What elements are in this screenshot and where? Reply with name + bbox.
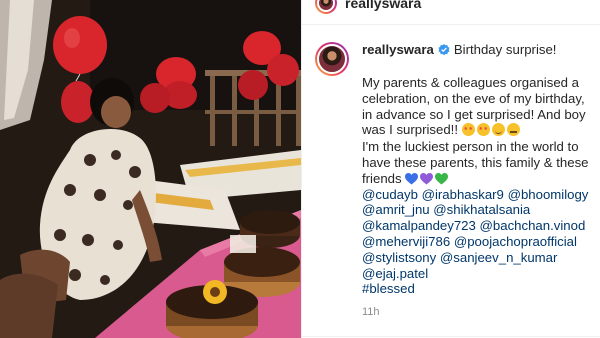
caption-mentions: @cudayb @irabhaskar9 @bhoomilogy @amrit_… [362, 187, 595, 298]
mention-row: @cudayb @irabhaskar9 @bhoomilogy [362, 187, 595, 203]
bottom-divider [301, 336, 600, 337]
mention-link[interactable]: @ejaj.patel [362, 266, 428, 281]
mention-row: @ejaj.patel [362, 266, 595, 282]
mention-link[interactable]: @irabhaskar9 [422, 187, 504, 202]
caption-paragraph-2: I'm the luckiest person in the world to … [362, 139, 595, 186]
post-photo[interactable] [0, 0, 301, 338]
caption-paragraph-1: My parents & colleagues organised a cele… [362, 75, 595, 138]
caption-title: Birthday surprise! [453, 42, 557, 58]
purple-heart-icon [420, 172, 434, 185]
verified-badge-icon [438, 44, 450, 56]
caption-username[interactable]: reallyswara [362, 42, 434, 58]
mention-link[interactable]: @poojachopraofficial [454, 234, 577, 249]
caption-body: reallyswara Birthday surprise! My parent… [362, 42, 595, 321]
star-struck-emoji [476, 123, 490, 137]
smiling-emoji [491, 123, 505, 137]
post-details-panel: reallyswara reallyswara Birthday surpris… [301, 0, 600, 338]
mention-link[interactable]: @amrit_jnu [362, 202, 430, 217]
caption-first-line: reallyswara Birthday surprise! [362, 42, 595, 58]
panel-divider [301, 0, 302, 338]
mention-link[interactable]: @bhoomilogy [508, 187, 589, 202]
mention-row: @kamalpandey723 @bachchan.vinod [362, 218, 595, 234]
caption-comment: reallyswara Birthday surprise! My parent… [315, 42, 595, 321]
post-header: reallyswara [315, 0, 421, 14]
mention-link[interactable]: @sanjeev_n_kumar [440, 250, 557, 265]
mention-link[interactable]: @meherviji786 [362, 234, 450, 249]
avatar[interactable] [315, 0, 337, 14]
blue-heart-icon [405, 172, 419, 185]
birthday-photo-illustration [0, 0, 301, 338]
neutral-emoji [506, 123, 520, 137]
hashtag-link[interactable]: #blessed [362, 281, 415, 296]
mention-link[interactable]: @cudayb [362, 187, 418, 202]
avatar[interactable] [315, 42, 349, 76]
green-heart-icon [435, 172, 449, 185]
caption-text-2: I'm the luckiest person in the world to … [362, 139, 589, 186]
mention-row: @amrit_jnu @shikhatalsania [362, 202, 595, 218]
mention-link[interactable]: @kamalpandey723 [362, 218, 476, 233]
post-timestamp[interactable]: 11h [362, 305, 595, 321]
header-username[interactable]: reallyswara [345, 0, 421, 11]
star-struck-emoji [461, 123, 475, 137]
mention-row: @meherviji786 @poojachopraofficial [362, 234, 595, 250]
header-divider [301, 24, 600, 25]
mention-link[interactable]: @bachchan.vinod [480, 218, 586, 233]
mention-row: @stylistsony @sanjeev_n_kumar [362, 250, 595, 266]
mention-link[interactable]: @shikhatalsania [433, 202, 530, 217]
hashtag-row: #blessed [362, 281, 595, 297]
mention-link[interactable]: @stylistsony [362, 250, 436, 265]
